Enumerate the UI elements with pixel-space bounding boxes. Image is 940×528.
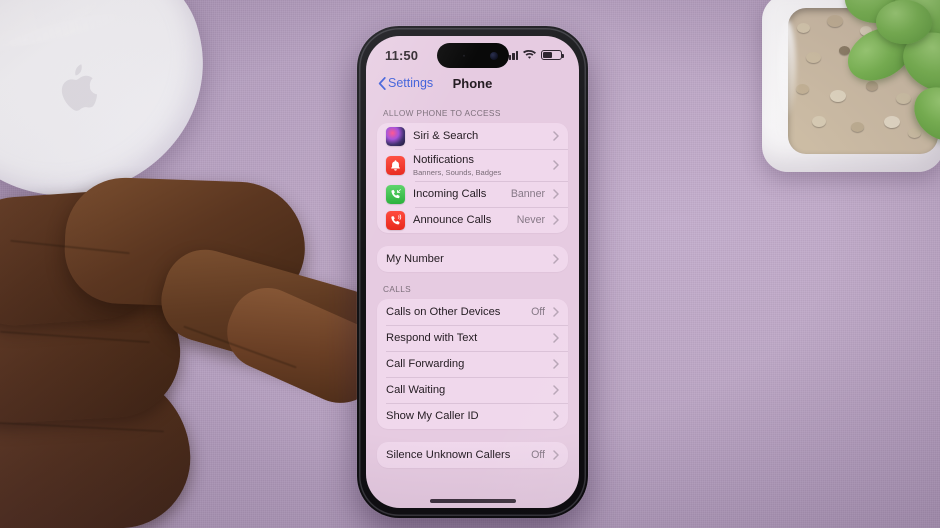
scene-vignette	[0, 0, 940, 528]
scene: 11:50 Settings	[0, 0, 940, 528]
